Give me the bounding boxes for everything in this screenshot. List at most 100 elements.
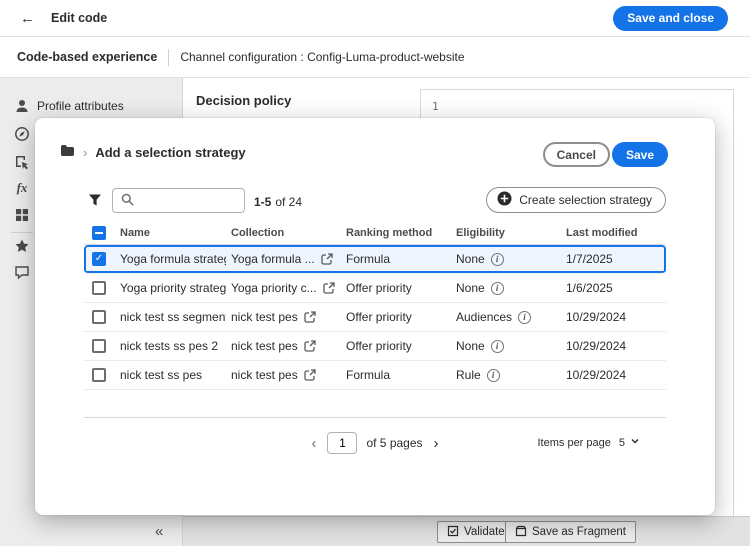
column-header-ranking-method: Ranking method bbox=[341, 227, 451, 239]
collection-name: nick test pes bbox=[231, 310, 298, 324]
star-icon[interactable] bbox=[14, 238, 30, 254]
functions-icon[interactable]: fx bbox=[14, 180, 30, 196]
eligibility-cell: Audiences bbox=[451, 310, 561, 324]
items-per-page: Items per page 5 bbox=[538, 436, 641, 449]
validate-icon bbox=[447, 525, 459, 540]
last-modified: 1/7/2025 bbox=[561, 252, 666, 266]
open-collection-icon[interactable] bbox=[304, 340, 316, 352]
table-row[interactable]: nick tests ss pes 2 nick test pes Offer … bbox=[84, 332, 666, 361]
collection-name: Yoga formula ... bbox=[231, 252, 315, 266]
collection-name: Yoga priority c... bbox=[231, 281, 317, 295]
add-circle-icon bbox=[497, 191, 512, 209]
profile-icon[interactable] bbox=[14, 98, 30, 114]
column-header-eligibility: Eligibility bbox=[451, 227, 561, 239]
collection-name: nick test pes bbox=[231, 339, 298, 353]
page-number-input[interactable] bbox=[327, 432, 357, 454]
info-icon[interactable] bbox=[491, 253, 504, 266]
eligibility-value: None bbox=[456, 252, 485, 266]
strategy-name: Yoga formula strategy bbox=[115, 252, 226, 266]
context-bar: Code-based experience Channel configurat… bbox=[0, 37, 750, 78]
page-count-label: of 5 pages bbox=[366, 436, 422, 450]
filter-icon[interactable] bbox=[88, 193, 102, 210]
row-checkbox[interactable] bbox=[92, 368, 106, 382]
ranking-method: Offer priority bbox=[341, 339, 451, 353]
row-checkbox[interactable] bbox=[92, 310, 106, 324]
column-header-name: Name bbox=[115, 227, 226, 239]
last-modified: 10/29/2024 bbox=[561, 310, 666, 324]
collapse-panel-icon[interactable]: « bbox=[155, 523, 163, 540]
strategy-name: nick test ss pes bbox=[115, 368, 226, 382]
validate-label: Validate bbox=[464, 526, 505, 538]
strategy-name: nick tests ss pes 2 bbox=[115, 339, 226, 353]
collection-cell: Yoga formula ... bbox=[226, 252, 341, 266]
data-grid-icon[interactable] bbox=[14, 207, 30, 223]
open-collection-icon[interactable] bbox=[323, 282, 335, 294]
row-checkbox[interactable] bbox=[92, 252, 106, 266]
strategy-name: nick test ss segment bbox=[115, 310, 226, 324]
collection-name: nick test pes bbox=[231, 368, 298, 382]
ranking-method: Offer priority bbox=[341, 310, 451, 324]
channel-configuration-label: Channel configuration : Config-Luma-prod… bbox=[180, 50, 464, 64]
validate-button[interactable]: Validate bbox=[437, 521, 515, 543]
open-collection-icon[interactable] bbox=[304, 311, 316, 323]
create-selection-strategy-button[interactable]: Create selection strategy bbox=[486, 187, 666, 213]
table-row[interactable]: nick test ss pes nick test pes Formula R… bbox=[84, 361, 666, 390]
column-header-last-modified: Last modified bbox=[561, 227, 666, 239]
select-all-checkbox[interactable] bbox=[92, 226, 106, 240]
collection-cell: nick test pes bbox=[226, 339, 341, 353]
page-title: Edit code bbox=[51, 11, 107, 25]
strategy-name: Yoga priority strategy bbox=[115, 281, 226, 295]
last-modified: 1/6/2025 bbox=[561, 281, 666, 295]
search-input[interactable] bbox=[140, 194, 232, 208]
folder-icon[interactable] bbox=[60, 143, 75, 161]
search-icon bbox=[121, 193, 134, 209]
row-checkbox[interactable] bbox=[92, 339, 106, 353]
breadcrumb: › Add a selection strategy bbox=[60, 143, 246, 161]
eligibility-value: Audiences bbox=[456, 310, 512, 324]
chevron-down-icon bbox=[630, 436, 640, 449]
info-icon[interactable] bbox=[491, 282, 504, 295]
eligibility-value: None bbox=[456, 339, 485, 353]
ranking-method: Offer priority bbox=[341, 281, 451, 295]
save-as-fragment-button[interactable]: Save as Fragment bbox=[505, 521, 636, 543]
divider bbox=[168, 49, 169, 66]
collection-cell: nick test pes bbox=[226, 368, 341, 382]
editor-footer: Validate Save as Fragment bbox=[183, 516, 750, 546]
last-modified: 10/29/2024 bbox=[561, 368, 666, 382]
info-icon[interactable] bbox=[518, 311, 531, 324]
rail-divider bbox=[11, 232, 33, 233]
previous-page-icon[interactable]: ‹ bbox=[309, 436, 318, 451]
table-empty-space bbox=[84, 390, 666, 418]
open-collection-icon[interactable] bbox=[321, 253, 333, 265]
save-and-close-button[interactable]: Save and close bbox=[613, 6, 728, 31]
cancel-button[interactable]: Cancel bbox=[543, 142, 610, 167]
sidebar-item-profile-attributes[interactable]: Profile attributes bbox=[37, 99, 124, 113]
compass-icon[interactable] bbox=[14, 126, 30, 142]
info-icon[interactable] bbox=[491, 340, 504, 353]
column-header-collection: Collection bbox=[226, 227, 341, 239]
back-icon[interactable]: ← bbox=[20, 11, 35, 26]
editor-line-number: 1 bbox=[432, 100, 439, 113]
decision-policy-heading: Decision policy bbox=[196, 93, 291, 108]
table-row[interactable]: Yoga priority strategy Yoga priority c..… bbox=[84, 274, 666, 303]
result-count: 1-5 of 24 bbox=[254, 195, 302, 209]
save-button[interactable]: Save bbox=[612, 142, 668, 167]
items-per-page-label: Items per page bbox=[538, 437, 611, 449]
items-per-page-dropdown[interactable]: 5 bbox=[619, 436, 640, 449]
items-per-page-value: 5 bbox=[619, 437, 625, 449]
open-collection-icon[interactable] bbox=[304, 369, 316, 381]
info-icon[interactable] bbox=[487, 369, 500, 382]
next-page-icon[interactable]: › bbox=[432, 436, 441, 451]
dialog-title: Add a selection strategy bbox=[95, 145, 245, 160]
table-row[interactable]: Yoga formula strategy Yoga formula ... F… bbox=[84, 245, 666, 274]
inspect-element-icon[interactable] bbox=[14, 154, 30, 170]
row-checkbox[interactable] bbox=[92, 281, 106, 295]
last-modified: 10/29/2024 bbox=[561, 339, 666, 353]
feedback-icon[interactable] bbox=[14, 264, 30, 280]
fragment-icon bbox=[515, 525, 527, 540]
topbar: ← Edit code Save and close bbox=[0, 0, 750, 37]
eligibility-value: Rule bbox=[456, 368, 481, 382]
chevron-right-icon: › bbox=[83, 146, 87, 159]
table-row[interactable]: nick test ss segment nick test pes Offer… bbox=[84, 303, 666, 332]
create-selection-strategy-label: Create selection strategy bbox=[519, 193, 652, 207]
